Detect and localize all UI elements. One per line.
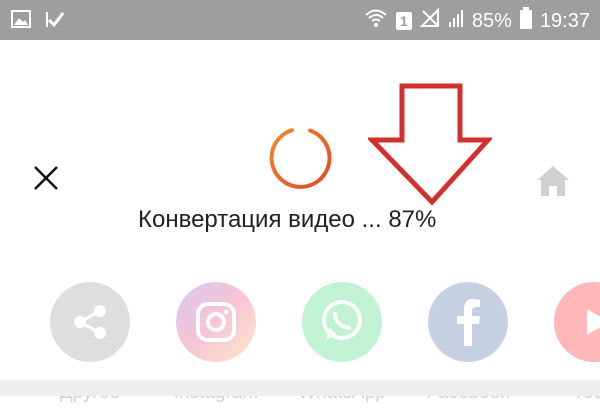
conversion-progress-text: Конвертация видео ... 87% bbox=[138, 206, 437, 233]
home-icon[interactable] bbox=[534, 162, 572, 200]
whatsapp-icon bbox=[302, 282, 382, 362]
main-panel: Конвертация видео ... 87% Другое Instagr… bbox=[0, 40, 600, 403]
no-signal-icon bbox=[419, 7, 440, 34]
facebook-icon bbox=[428, 282, 508, 362]
clock: 19:37 bbox=[539, 9, 590, 32]
status-bar: 1 85% 19:37 bbox=[0, 0, 600, 40]
youtube-icon bbox=[554, 282, 600, 362]
loading-spinner bbox=[266, 125, 332, 191]
annotation-arrow-icon bbox=[366, 82, 494, 206]
battery-icon bbox=[519, 7, 532, 35]
signal-icon bbox=[448, 8, 464, 34]
close-icon[interactable] bbox=[30, 162, 62, 194]
image-icon bbox=[10, 8, 32, 35]
check-flag-icon bbox=[44, 8, 66, 35]
bottom-divider bbox=[0, 380, 600, 396]
share-icon bbox=[50, 282, 130, 362]
sim-icon: 1 bbox=[395, 12, 412, 30]
battery-percent: 85% bbox=[471, 9, 512, 32]
instagram-icon bbox=[176, 282, 256, 362]
wifi-icon bbox=[364, 8, 388, 34]
